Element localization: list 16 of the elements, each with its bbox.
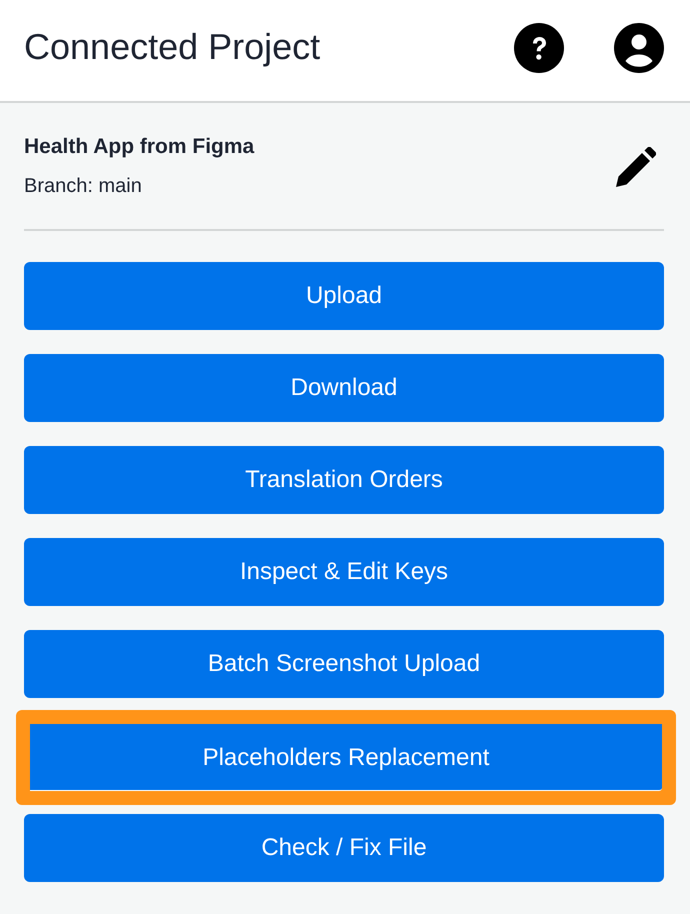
- page-title: Connected Project: [24, 28, 322, 68]
- action-button[interactable]: Check / Fix File: [24, 814, 664, 882]
- project-name: Health App from Figma: [24, 134, 256, 160]
- action-button[interactable]: Translation Orders: [24, 446, 664, 514]
- edit-button[interactable]: [614, 147, 656, 189]
- help-icon: [514, 22, 564, 72]
- account-button[interactable]: [614, 22, 664, 72]
- help-button[interactable]: [514, 22, 564, 72]
- action-button[interactable]: Placeholders Replacement: [30, 724, 662, 791]
- action-button[interactable]: Download: [24, 354, 664, 422]
- branch-label: Branch: main: [24, 174, 143, 199]
- action-button[interactable]: Batch Screenshot Upload: [24, 630, 664, 698]
- user-avatar-icon: [614, 22, 664, 72]
- pencil-icon: [614, 147, 656, 189]
- action-button[interactable]: Inspect & Edit Keys: [24, 538, 664, 606]
- action-button[interactable]: Upload: [24, 262, 664, 330]
